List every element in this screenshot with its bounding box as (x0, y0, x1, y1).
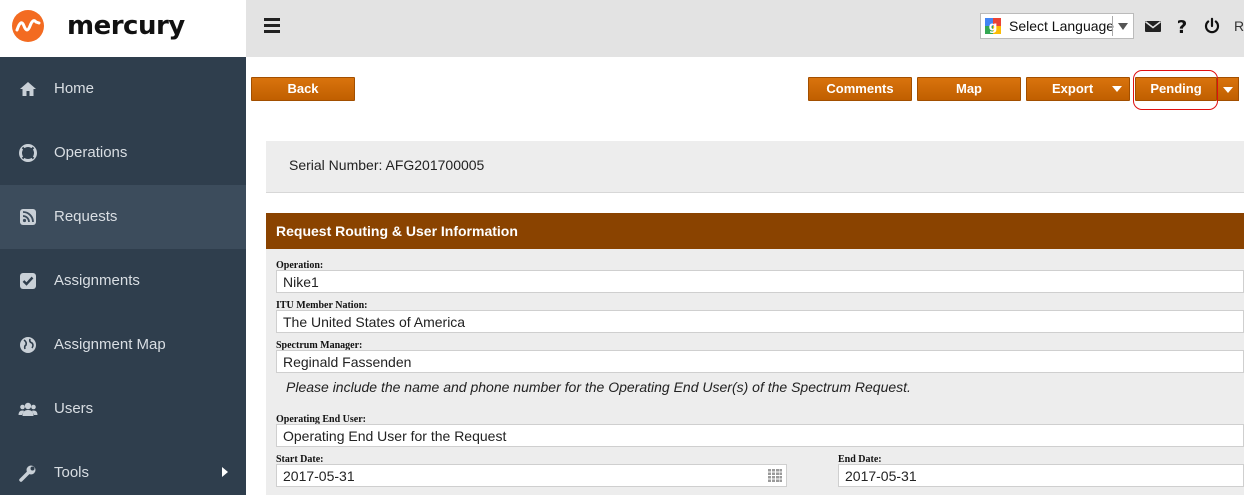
calendar-icon[interactable] (768, 469, 782, 482)
spectrum-manager-field[interactable]: Reginald Fassenden (276, 350, 1244, 373)
envelope-icon[interactable] (1144, 17, 1162, 35)
power-icon[interactable] (1203, 17, 1221, 35)
spectrum-manager-value: Reginald Fassenden (283, 354, 412, 370)
user-menu[interactable]: R (1234, 18, 1244, 34)
sidebar-item-requests[interactable]: Requests (0, 185, 246, 249)
users-icon (18, 402, 38, 416)
mercury-logo-icon (12, 10, 44, 42)
start-date-field[interactable]: 2017-05-31 (276, 464, 787, 487)
end-date-value: 2017-05-31 (845, 468, 917, 484)
sidebar-item-operations[interactable]: Operations (0, 121, 246, 185)
sidebar: Home Operations Requests Assignments Ass… (0, 57, 246, 495)
hamburger-icon[interactable] (264, 18, 280, 33)
svg-text:g: g (989, 20, 998, 34)
sidebar-item-assignments[interactable]: Assignments (0, 249, 246, 313)
member-nation-field[interactable]: The United States of America (276, 310, 1244, 333)
language-select-label: Select Language (1009, 18, 1115, 34)
status-dropdown-toggle[interactable] (1217, 77, 1239, 101)
sidebar-item-home[interactable]: Home (0, 57, 246, 121)
end-user-field[interactable]: Operating End User for the Request (276, 424, 1244, 447)
sidebar-item-label: Operations (54, 144, 128, 161)
chevron-down-icon (1118, 23, 1128, 30)
sidebar-item-users[interactable]: Users (0, 377, 246, 441)
globe-icon (20, 337, 36, 353)
lifebuoy-icon (19, 144, 37, 162)
operation-field[interactable]: Nike1 (276, 270, 1244, 293)
checkbox-icon (20, 273, 36, 289)
submenu-caret-icon (222, 467, 228, 477)
comments-button[interactable]: Comments (808, 77, 912, 101)
sidebar-item-label: Tools (54, 464, 90, 481)
section-title: Request Routing & User Information (276, 223, 518, 239)
brand-header[interactable]: mercury (0, 0, 246, 57)
back-button[interactable]: Back (251, 77, 355, 101)
svg-text:?: ? (1177, 17, 1187, 35)
serial-number-panel: Serial Number: AFG201700005 (266, 141, 1244, 193)
request-routing-section: Request Routing & User Information Opera… (266, 213, 1244, 495)
caret-down-icon (1112, 86, 1122, 92)
top-bar: g Select Language ? R (246, 0, 1244, 57)
home-icon (20, 82, 36, 96)
sidebar-item-assignment-map[interactable]: Assignment Map (0, 313, 246, 377)
divider (1112, 16, 1113, 36)
sidebar-item-label: Requests (54, 208, 118, 225)
sidebar-item-label: Home (54, 80, 95, 97)
serial-number-text: Serial Number: AFG201700005 (289, 157, 485, 173)
operation-value: Nike1 (283, 274, 319, 290)
sidebar-item-tools[interactable]: Tools (0, 441, 246, 495)
language-select[interactable]: g Select Language (980, 13, 1134, 39)
caret-down-icon (1223, 87, 1233, 93)
map-button[interactable]: Map (917, 77, 1021, 101)
sidebar-item-label: Assignment Map (54, 336, 166, 353)
brand-name: mercury (67, 11, 185, 41)
google-icon: g (985, 18, 1001, 34)
end-date-field[interactable]: 2017-05-31 (838, 464, 1244, 487)
export-dropdown-toggle[interactable] (1104, 77, 1130, 101)
end-user-hint: Please include the name and phone number… (286, 379, 911, 395)
section-header[interactable]: Request Routing & User Information (266, 213, 1244, 249)
rss-icon (20, 209, 36, 225)
member-nation-value: The United States of America (283, 314, 466, 330)
sidebar-item-label: Assignments (54, 272, 140, 289)
end-user-value: Operating End User for the Request (283, 428, 507, 444)
wrench-icon (19, 465, 36, 482)
sidebar-item-label: Users (54, 400, 94, 417)
help-icon[interactable]: ? (1173, 17, 1191, 35)
start-date-value: 2017-05-31 (283, 468, 355, 484)
highlight-annotation (1133, 70, 1218, 110)
app-window: mercury Home Operations Requests Assignm… (0, 0, 1244, 495)
